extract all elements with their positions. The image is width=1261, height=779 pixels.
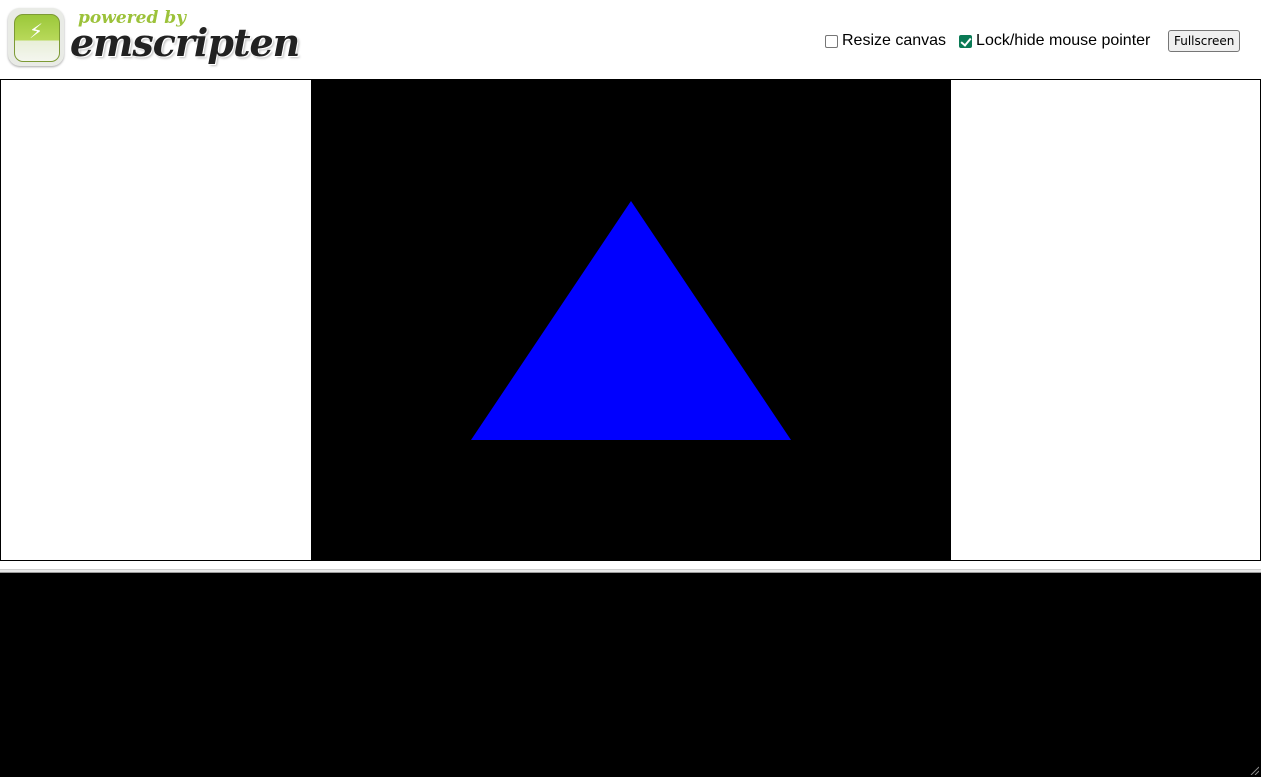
lock-pointer-option[interactable]: Lock/hide mouse pointer (956, 32, 1150, 50)
header-bar: ⚡ powered by emscripten Resize canvas Lo… (0, 0, 1261, 79)
lock-pointer-label: Lock/hide mouse pointer (976, 32, 1151, 49)
logo-badge: ⚡ (8, 8, 64, 66)
output-console[interactable] (0, 573, 1261, 777)
emscripten-logo[interactable]: ⚡ powered by emscripten (6, 6, 300, 70)
logo-brand-text: emscripten (70, 20, 300, 65)
fullscreen-button[interactable]: Fullscreen (1168, 30, 1241, 52)
resize-canvas-label: Resize canvas (842, 32, 947, 49)
canvas-controls: Resize canvas Lock/hide mouse pointer (822, 30, 1150, 52)
lightning-bolt-icon: ⚡ (29, 19, 44, 43)
resize-grip-icon[interactable] (1249, 765, 1259, 775)
lock-pointer-checkbox[interactable] (959, 34, 973, 48)
resize-canvas-option[interactable]: Resize canvas (822, 32, 946, 50)
render-canvas[interactable] (311, 80, 951, 560)
logo-badge-face: ⚡ (14, 14, 60, 62)
canvas-scene (471, 201, 791, 440)
blue-triangle (471, 201, 791, 440)
resize-canvas-checkbox[interactable] (825, 34, 838, 48)
